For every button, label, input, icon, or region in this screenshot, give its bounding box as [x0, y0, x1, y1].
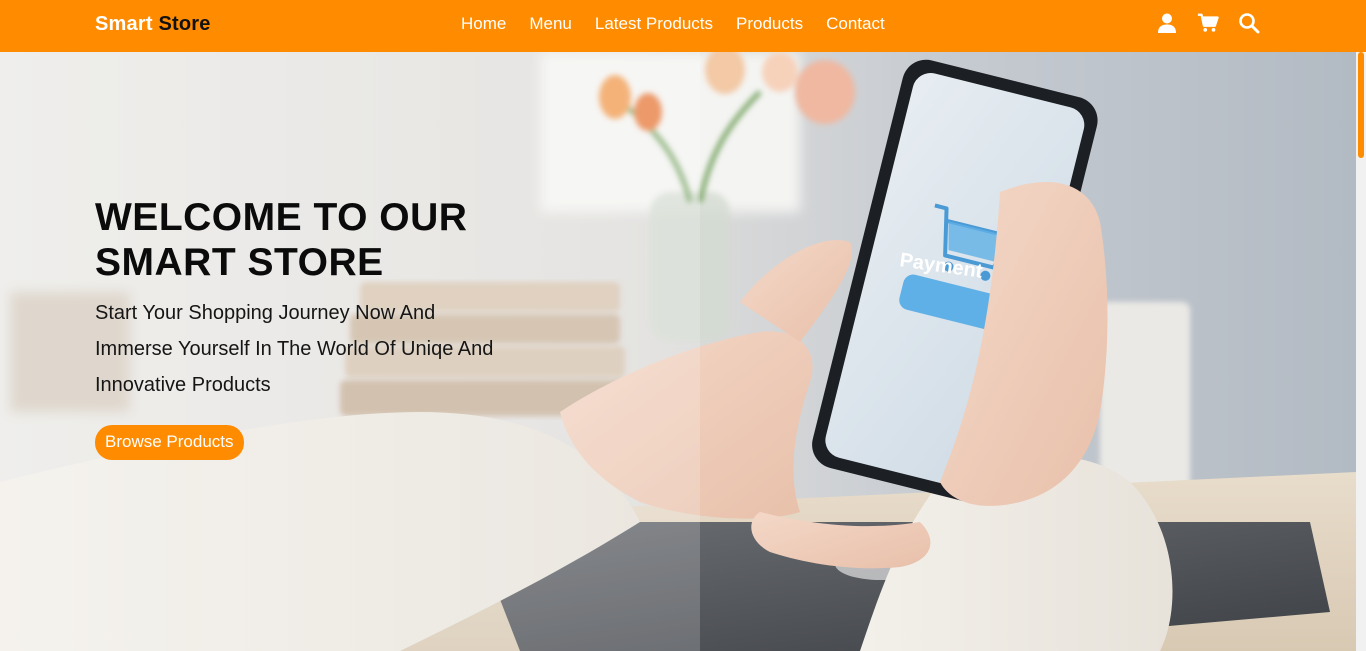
nav-link-products[interactable]: Products	[736, 14, 803, 34]
brand-logo[interactable]: Smart Store	[95, 13, 211, 36]
nav-link-contact[interactable]: Contact	[826, 14, 885, 34]
nav-link-latest-products[interactable]: Latest Products	[595, 14, 713, 34]
browse-products-button[interactable]: Browse Products	[95, 425, 244, 460]
navbar: Smart Store Home Menu Latest Products Pr…	[0, 0, 1366, 52]
user-icon[interactable]	[1156, 12, 1178, 34]
hero-section: Payment WELCOME TO OUR SMART STORE Start…	[0, 52, 1356, 651]
search-icon[interactable]	[1238, 12, 1260, 34]
brand-name-part2: Store	[152, 13, 211, 35]
nav-link-home[interactable]: Home	[461, 14, 506, 34]
page-scrollbar[interactable]	[1356, 52, 1366, 651]
nav-link-menu[interactable]: Menu	[529, 14, 572, 34]
hero-content: WELCOME TO OUR SMART STORE Start Your Sh…	[95, 195, 535, 460]
main-nav: Home Menu Latest Products Products Conta…	[461, 14, 908, 34]
brand-name-part1: Smart	[95, 13, 153, 35]
hero-title-line1: WELCOME TO OUR	[95, 196, 468, 239]
hero-subtitle: Start Your Shopping Journey Now And Imme…	[95, 302, 494, 396]
hero-title-line2: SMART STORE	[95, 241, 384, 284]
scrollbar-thumb[interactable]	[1358, 52, 1364, 158]
cart-icon[interactable]	[1197, 12, 1219, 34]
hero-title: WELCOME TO OUR SMART STORE	[95, 195, 535, 285]
nav-icons	[1156, 12, 1279, 34]
page: Smart Store Home Menu Latest Products Pr…	[0, 0, 1366, 651]
